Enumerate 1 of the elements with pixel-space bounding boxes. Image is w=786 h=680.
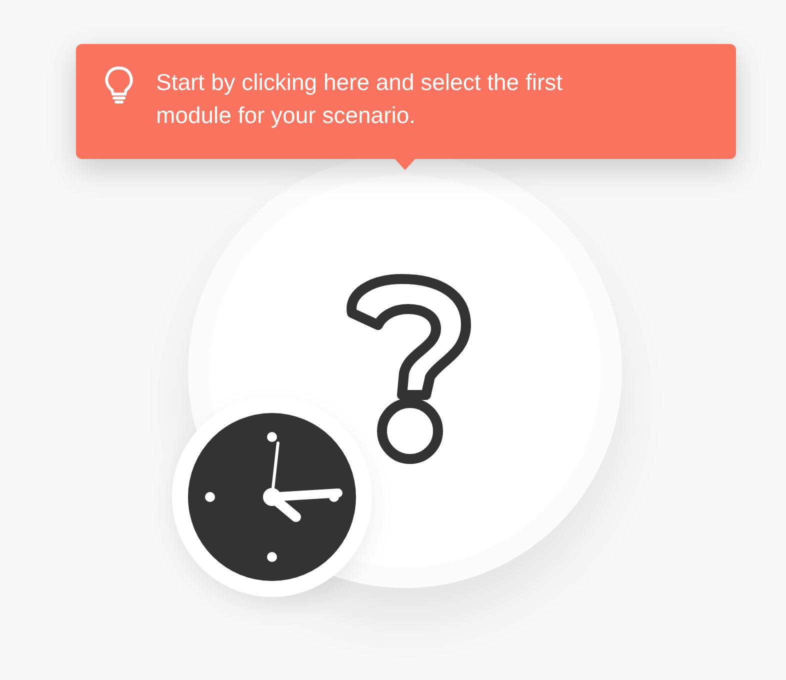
tooltip-text: Start by clicking here and select the first module for your scenario. xyxy=(156,68,564,130)
